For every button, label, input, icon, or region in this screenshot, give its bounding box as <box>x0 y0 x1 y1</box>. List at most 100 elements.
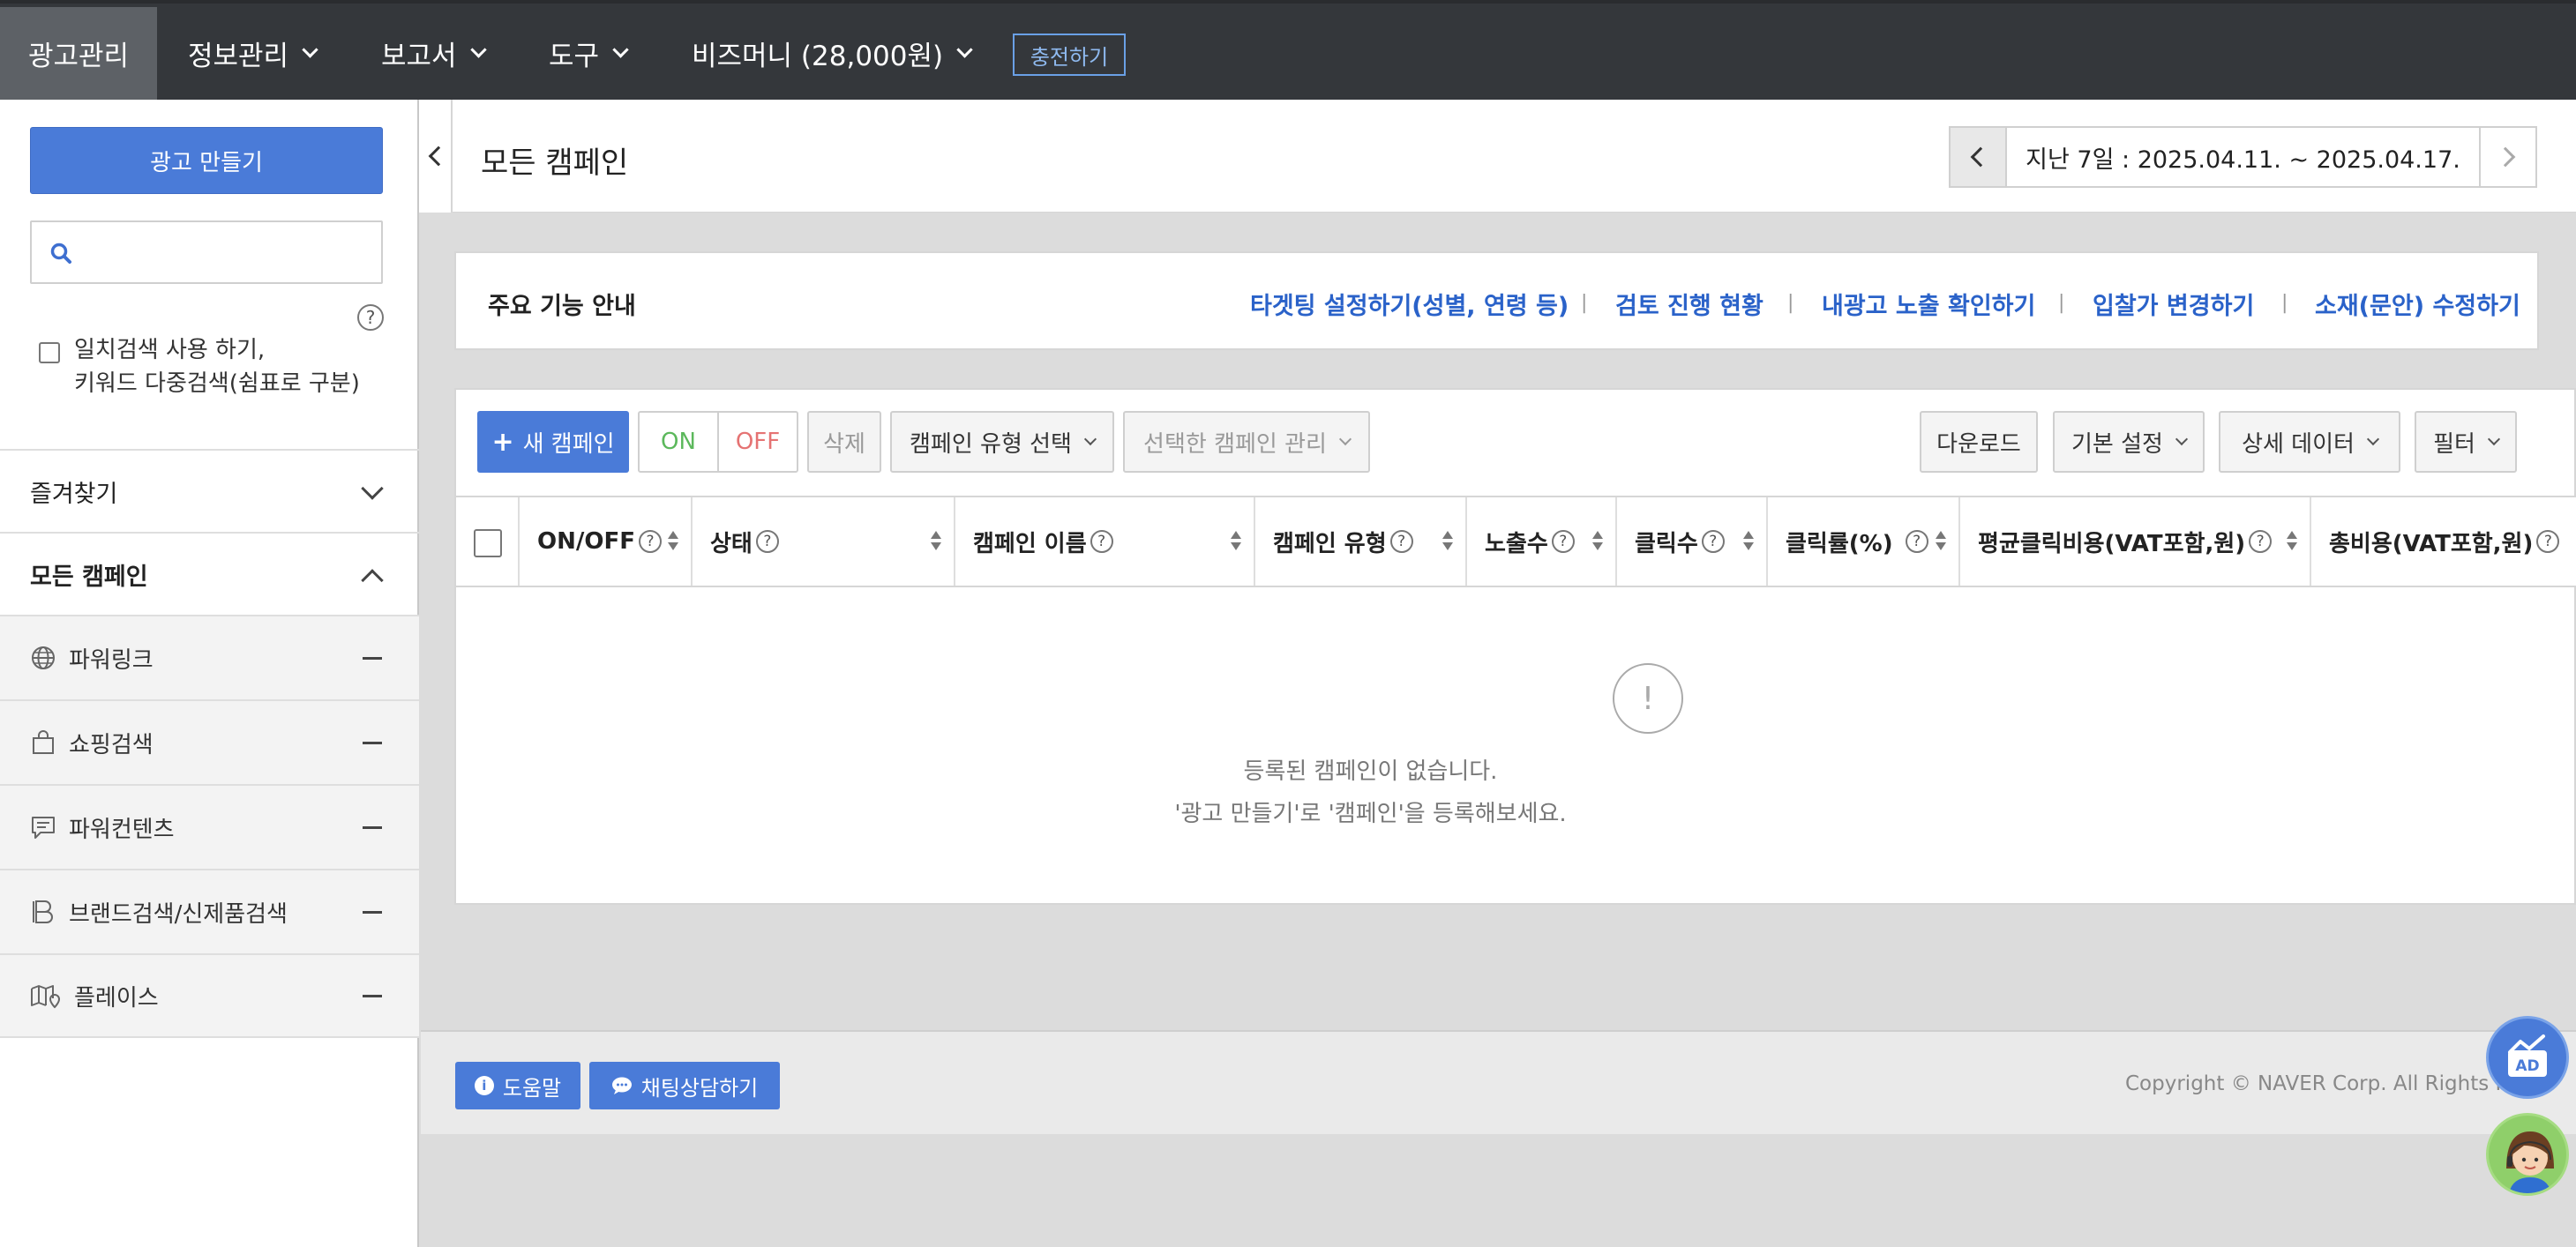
help-button-label: 도움말 <box>502 1075 562 1101</box>
column-header-status[interactable]: 상태? <box>693 497 955 586</box>
filter-select[interactable]: 필터 <box>2415 411 2517 473</box>
sort-icon[interactable] <box>668 531 678 552</box>
sidebar-item-shopping[interactable]: 쇼핑검색 <box>0 699 419 784</box>
copyright-text: Copyright © NAVER Corp. All Rights Rese <box>2125 1072 2544 1095</box>
campaign-type-select[interactable]: 캠페인 유형 선택 <box>890 411 1114 473</box>
create-ad-button[interactable]: 광고 만들기 <box>30 127 383 194</box>
column-header-onoff[interactable]: ON/OFF? <box>520 497 693 586</box>
guide-separator: | <box>1581 292 1588 314</box>
sidebar-item-brandsearch[interactable]: 브랜드검색/신제품검색 <box>0 869 419 953</box>
column-header-campaign-type[interactable]: 캠페인 유형? <box>1255 497 1467 586</box>
collapse-minus-icon[interactable] <box>363 656 382 660</box>
select-all-checkbox[interactable] <box>474 529 502 557</box>
brand-b-icon <box>33 900 53 923</box>
help-button[interactable]: i 도움말 <box>455 1062 580 1109</box>
column-label: 평균클릭비용(VAT포함,원) <box>1978 530 2246 557</box>
basic-settings-select[interactable]: 기본 설정 <box>2053 411 2205 473</box>
chevron-down-icon <box>612 41 629 58</box>
nav-reports[interactable]: 보고서 <box>381 7 487 100</box>
sidebar-item-label: 파워컨텐츠 <box>69 816 175 843</box>
help-icon[interactable]: ? <box>357 304 384 331</box>
guide-link-targeting[interactable]: 타겟팅 설정하기(성별, 연령 등) <box>1250 287 1569 321</box>
chevron-left-icon <box>428 146 449 167</box>
collapse-minus-icon[interactable] <box>363 741 382 744</box>
off-button[interactable]: OFF <box>717 411 798 473</box>
sidebar-item-powerlink[interactable]: 파워링크 <box>0 615 419 699</box>
help-icon[interactable]: ? <box>1090 530 1113 553</box>
nav-ad-management-label: 광고관리 <box>27 41 130 72</box>
nav-ad-management[interactable]: 광고관리 <box>0 7 157 100</box>
sort-icon[interactable] <box>931 531 941 552</box>
guide-link-review-status[interactable]: 검토 진행 현황 <box>1615 287 1764 321</box>
column-header-campaign-name[interactable]: 캠페인 이름? <box>955 497 1255 586</box>
manage-selected-campaign-select[interactable]: 선택한 캠페인 관리 <box>1123 411 1370 473</box>
collapse-minus-icon[interactable] <box>363 825 382 829</box>
column-header-clicks[interactable]: 클릭수? <box>1617 497 1768 586</box>
chatbot-avatar-button[interactable] <box>2486 1113 2569 1196</box>
sort-icon[interactable] <box>1936 531 1946 552</box>
guide-link-creative-edit[interactable]: 소재(문안) 수정하기 <box>2315 287 2520 321</box>
collapse-minus-icon[interactable] <box>363 994 382 997</box>
campaign-search-input[interactable] <box>30 220 383 284</box>
sort-icon[interactable] <box>1442 531 1453 552</box>
sidebar-item-label: 브랜드검색/신제품검색 <box>69 900 288 928</box>
column-header-avg-cpc[interactable]: 평균클릭비용(VAT포함,원)? <box>1960 497 2311 586</box>
feature-guide-title: 주요 기능 안내 <box>488 293 636 320</box>
help-icon[interactable]: ? <box>2536 530 2560 553</box>
exact-search-checkbox[interactable] <box>39 342 60 363</box>
guide-link-bid-change[interactable]: 입찰가 변경하기 <box>2093 287 2254 321</box>
sidebar-item-powercontents[interactable]: 파워컨텐츠 <box>0 784 419 869</box>
sort-icon[interactable] <box>1592 531 1603 552</box>
nav-bizmoney[interactable]: 비즈머니 (28,000원) <box>692 7 973 100</box>
charge-button[interactable]: 충전하기 <box>1013 34 1126 76</box>
nav-info-management[interactable]: 정보관리 <box>188 7 318 100</box>
map-place-icon <box>31 985 61 1009</box>
sidebar-favorites[interactable]: 즐겨찾기 <box>0 449 419 532</box>
on-button[interactable]: ON <box>638 411 719 473</box>
sidebar-collapse-button[interactable] <box>419 100 453 213</box>
detail-data-label: 상세 데이터 <box>2242 430 2355 458</box>
info-icon: i <box>474 1076 494 1095</box>
date-next-button[interactable] <box>2479 128 2535 186</box>
chatbot-avatar-icon <box>2506 1131 2554 1193</box>
nav-tools[interactable]: 도구 <box>549 7 629 100</box>
column-header-impressions[interactable]: 노출수? <box>1467 497 1617 586</box>
sidebar-favorites-label: 즐겨찾기 <box>30 480 118 508</box>
chevron-down-icon <box>469 41 487 58</box>
help-icon[interactable]: ? <box>2249 530 2273 553</box>
new-campaign-button[interactable]: + 새 캠페인 <box>477 411 629 473</box>
search-icon <box>50 243 71 264</box>
chat-consult-button[interactable]: 채팅상담하기 <box>589 1062 780 1109</box>
help-icon[interactable]: ? <box>1551 530 1575 553</box>
column-label: ON/OFF <box>537 528 635 555</box>
column-header-total-cost[interactable]: 총비용(VAT포함,원)? <box>2311 497 2576 586</box>
nav-tools-label: 도구 <box>549 41 600 72</box>
chevron-down-icon <box>2175 432 2189 446</box>
help-icon[interactable]: ? <box>1389 530 1413 553</box>
date-prev-button[interactable] <box>1951 128 2007 186</box>
help-icon[interactable]: ? <box>755 530 779 553</box>
sidebar-all-campaigns-label: 모든 캠페인 <box>30 563 148 591</box>
ad-floating-button[interactable]: AD <box>2486 1016 2569 1099</box>
help-icon[interactable]: ? <box>1905 530 1928 553</box>
chat-bubble-icon <box>611 1077 632 1094</box>
sort-icon[interactable] <box>2287 531 2297 552</box>
chevron-down-icon <box>1083 432 1097 446</box>
date-range-selector[interactable]: 지난 7일 : 2025.04.11. ~ 2025.04.17. <box>1949 126 2537 188</box>
delete-button[interactable]: 삭제 <box>807 411 881 473</box>
sort-icon[interactable] <box>1743 531 1754 552</box>
sidebar-all-campaigns[interactable]: 모든 캠페인 <box>0 532 419 615</box>
guide-link-ad-exposure[interactable]: 내광고 노출 확인하기 <box>1822 287 2035 321</box>
help-icon[interactable]: ? <box>638 530 662 553</box>
column-label: 총비용(VAT포함,원) <box>2329 530 2534 557</box>
sort-icon[interactable] <box>1231 531 1241 552</box>
help-icon[interactable]: ? <box>1701 530 1725 553</box>
column-header-ctr[interactable]: 클릭률(%)? <box>1768 497 1960 586</box>
top-navigation: 광고관리 정보관리 보고서 도구 비즈머니 (28,000원) 충전하기 <box>0 0 2576 100</box>
sidebar-item-place[interactable]: 플레이스 <box>0 953 419 1038</box>
detail-data-select[interactable]: 상세 데이터 <box>2219 411 2400 473</box>
date-range-text[interactable]: 지난 7일 : 2025.04.11. ~ 2025.04.17. <box>2007 128 2479 186</box>
collapse-minus-icon[interactable] <box>363 910 382 914</box>
download-button[interactable]: 다운로드 <box>1920 411 2038 473</box>
filter-label: 필터 <box>2433 430 2475 458</box>
